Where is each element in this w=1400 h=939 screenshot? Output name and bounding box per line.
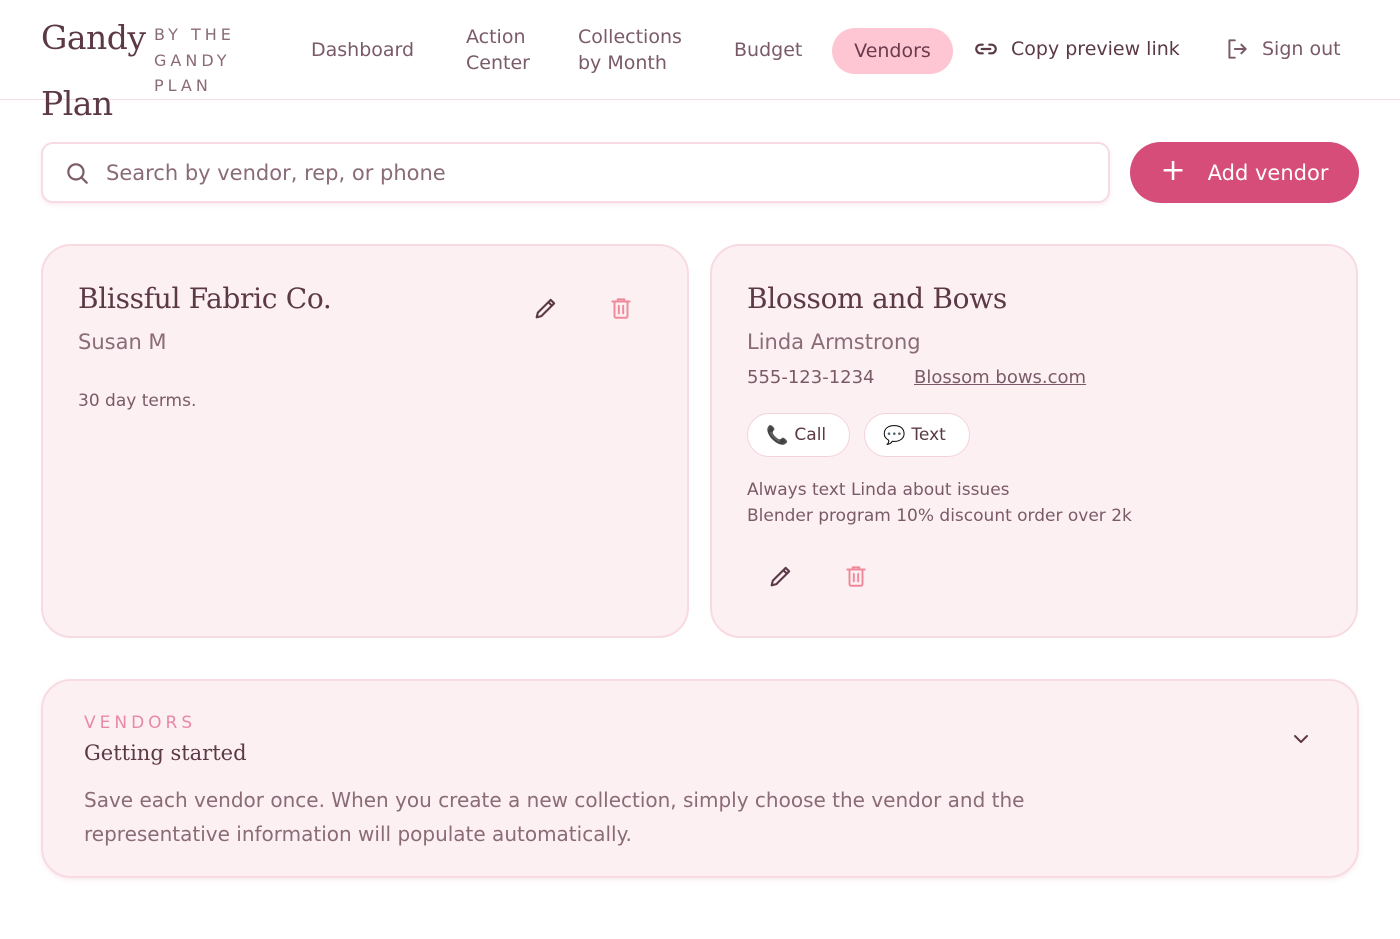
panel-title: Getting started — [84, 741, 247, 765]
chat-bubble-icon: 💬 — [883, 424, 906, 446]
link-icon — [975, 43, 997, 55]
vendor-rep: Susan M — [78, 330, 167, 354]
nav-action-center[interactable]: Action Center — [466, 24, 530, 76]
vendor-note-line: Blender program 10% discount order over … — [747, 506, 1132, 526]
add-vendor-label: Add vendor — [1207, 160, 1329, 185]
nav-collections-line1: Collections — [578, 26, 682, 48]
brand-tagline-line1: BY THE — [154, 25, 235, 44]
panel-body: Save each vendor once. When you create a… — [84, 788, 1025, 846]
brand-name-line1: Gandy — [41, 18, 146, 57]
vendor-name: Blissful Fabric Co. — [78, 282, 332, 315]
text-button[interactable]: 💬 Text — [864, 413, 970, 457]
vendor-notes: 30 day terms. — [78, 391, 197, 411]
top-header: Gandy Plan BY THE GANDY PLAN Dashboard A… — [0, 0, 1400, 123]
vendor-website-link[interactable]: Blossom bows.com — [914, 367, 1086, 388]
nav-dashboard[interactable]: Dashboard — [311, 37, 414, 63]
brand-logo[interactable]: Gandy Plan — [41, 6, 146, 138]
add-vendor-button[interactable]: + Add vendor — [1130, 142, 1359, 203]
nav-budget[interactable]: Budget — [734, 37, 802, 63]
nav-collections-by-month[interactable]: Collections by Month — [578, 24, 682, 76]
copy-preview-link-label: Copy preview link — [1011, 38, 1180, 60]
pencil-icon — [535, 298, 556, 319]
vendor-note-line: Always text Linda about issues — [747, 480, 1010, 500]
pencil-icon — [770, 566, 791, 587]
brand-tagline: BY THE GANDY PLAN — [154, 22, 235, 99]
call-button[interactable]: 📞 Call — [747, 413, 850, 457]
search-icon — [67, 162, 88, 184]
plus-icon: + — [1160, 153, 1186, 188]
nav-action-center-line2: Center — [466, 52, 530, 74]
vendor-card: Blissful Fabric Co. Susan M 30 day terms… — [41, 244, 689, 638]
edit-vendor-button[interactable] — [764, 559, 798, 593]
vendor-notes: Always text Linda about issues Blender p… — [747, 477, 1132, 529]
edit-vendor-button[interactable] — [529, 291, 563, 325]
brand-tagline-line2: GANDY — [154, 50, 231, 70]
sign-out-button[interactable]: Sign out — [1224, 36, 1341, 62]
call-label: Call — [794, 425, 827, 445]
brand-name-line2: Plan — [41, 84, 113, 123]
delete-vendor-button[interactable] — [839, 559, 873, 593]
vendor-card: Blossom and Bows Linda Armstrong 555-123… — [710, 244, 1358, 638]
nav-action-center-line1: Action — [466, 26, 526, 48]
trash-icon — [846, 566, 866, 587]
chevron-down-icon — [1294, 735, 1308, 743]
nav-collections-line2: by Month — [578, 52, 667, 74]
collapse-panel-button[interactable] — [1289, 727, 1313, 755]
sign-out-label: Sign out — [1262, 38, 1341, 60]
panel-eyebrow: VENDORS — [84, 713, 197, 733]
nav-vendors-active[interactable]: Vendors — [832, 28, 953, 74]
vendor-rep: Linda Armstrong — [747, 330, 921, 354]
vendor-search-bar — [41, 142, 1110, 203]
vendor-name: Blossom and Bows — [747, 282, 1007, 315]
brand-tagline-line3: PLAN — [154, 76, 212, 95]
vendor-phone: 555-123-1234 — [747, 367, 875, 388]
copy-preview-link-button[interactable]: Copy preview link — [973, 36, 1180, 62]
trash-icon — [611, 298, 631, 319]
getting-started-panel: VENDORS Getting started Save each vendor… — [41, 679, 1359, 878]
delete-vendor-button[interactable] — [604, 291, 638, 325]
sign-out-icon — [1228, 39, 1247, 59]
phone-icon: 📞 — [766, 424, 789, 446]
vendor-search-input[interactable] — [106, 160, 1006, 185]
text-label: Text — [911, 425, 946, 445]
